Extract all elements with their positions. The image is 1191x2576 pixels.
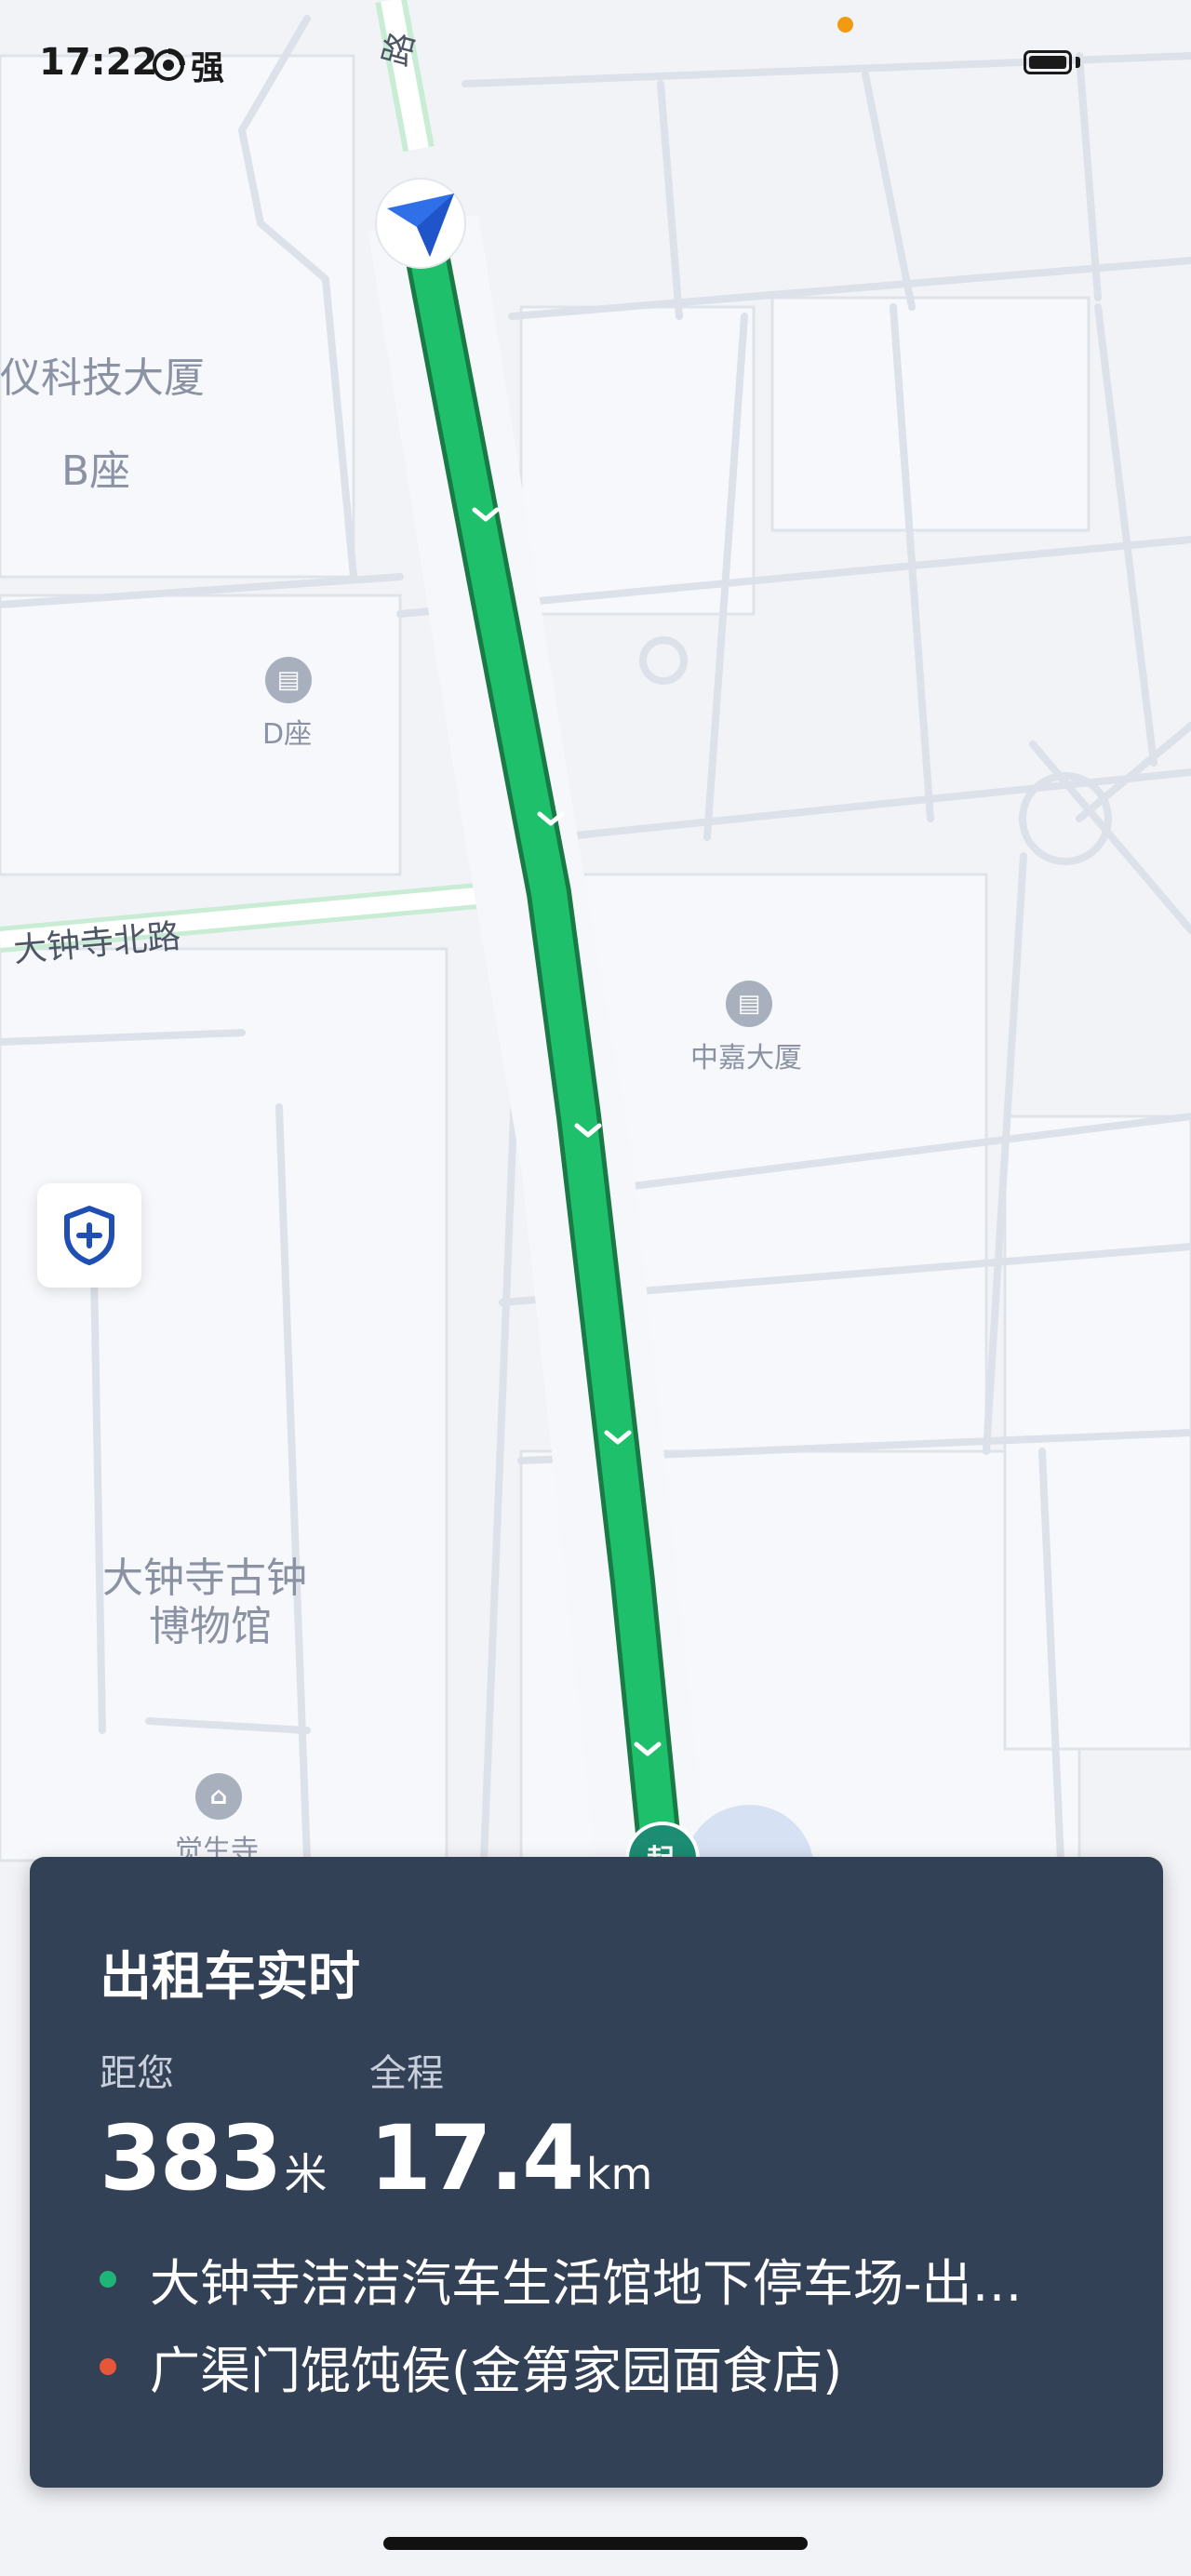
building-icon: ▤	[265, 657, 312, 703]
origin-dot-icon	[100, 2270, 116, 2288]
network-label: 强	[191, 49, 225, 87]
status-time: 17:22	[39, 41, 158, 84]
map-label-building: 仪科技大厦	[0, 354, 205, 402]
privacy-indicator-dot	[837, 17, 853, 33]
origin-text: 大钟寺洁洁汽车生活馆地下停车场-出…	[150, 2254, 1023, 2313]
shield-plus-icon	[64, 1206, 114, 1265]
status-bar: 17:22 强	[0, 0, 1191, 121]
poi-label-d: D座	[262, 718, 313, 751]
origin-row: 大钟寺洁洁汽车生活馆地下停车场-出…	[100, 2242, 1022, 2316]
total-stat: 全程 17.4 km	[369, 2043, 652, 2210]
trip-info-card[interactable]: 出租车实时 距您 383 米 全程 17.4 km 大钟寺洁洁汽车生活馆地下停车…	[30, 1857, 1163, 2488]
total-label: 全程	[369, 2052, 444, 2095]
home-indicator[interactable]	[383, 2537, 808, 2550]
map-label-museum-2: 博物馆	[149, 1603, 272, 1650]
distance-stat: 距您 383 米	[100, 2043, 327, 2210]
map-label-building-b: B座	[61, 447, 131, 495]
destination-row: 广渠门馄饨侯(金第家园面食店)	[100, 2329, 842, 2403]
distance-unit: 米	[284, 2149, 328, 2199]
battery-icon	[1024, 50, 1072, 74]
building-icon: ▤	[726, 981, 772, 1027]
screen: 仪科技大厦 B座 ▤ D座 大钟寺北路 路 ▤ 中嘉大厦 大钟寺古钟 博物馆 ⌂…	[0, 0, 1191, 2576]
safety-button[interactable]	[37, 1183, 141, 1288]
total-unit: km	[585, 2149, 653, 2199]
distance-label: 距您	[100, 2052, 174, 2095]
card-title: 出租车实时	[100, 1947, 360, 2008]
total-value: 17.4	[369, 2106, 584, 2210]
signal-icon	[153, 48, 185, 81]
battery-cap	[1076, 57, 1080, 68]
temple-icon: ⌂	[195, 1773, 242, 1820]
navigation-arrow-icon	[375, 178, 466, 269]
poi-label-zhongjia: 中嘉大厦	[690, 1042, 802, 1074]
network-status: 强	[152, 41, 224, 89]
distance-value: 383	[100, 2106, 282, 2210]
destination-dot-icon	[100, 2357, 116, 2375]
destination-text: 广渠门馄饨侯(金第家园面食店)	[150, 2342, 843, 2400]
